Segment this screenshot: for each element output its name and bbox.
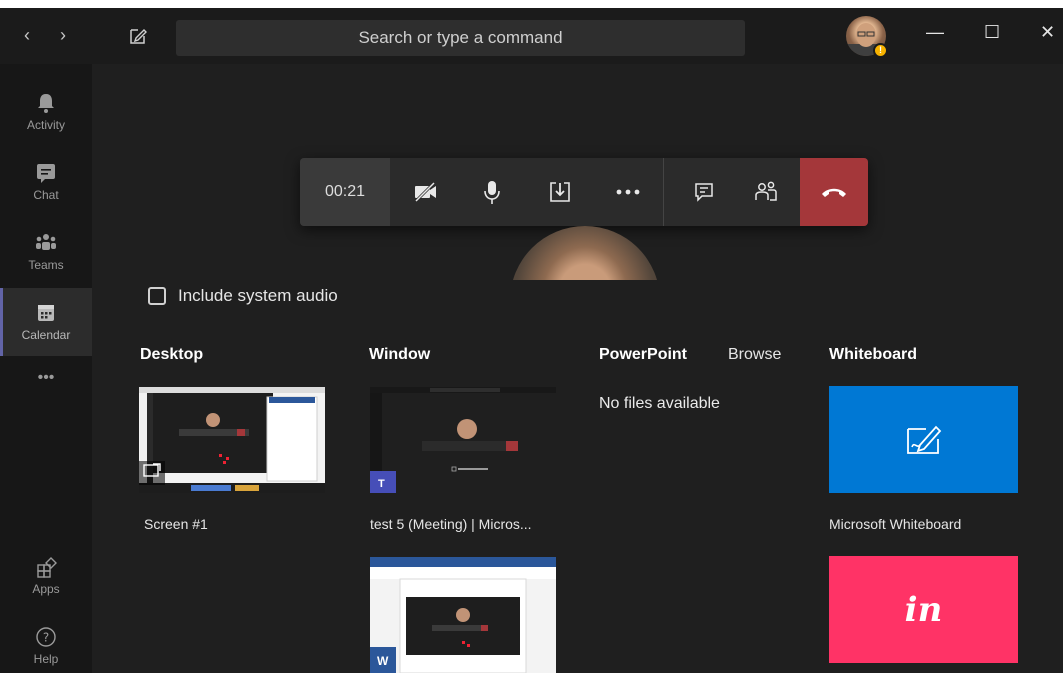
forward-arrow-icon[interactable]: ›	[60, 26, 66, 44]
rail-label: Activity	[26, 118, 65, 132]
rail-label: Apps	[32, 582, 60, 596]
rail-label: Calendar	[21, 328, 71, 342]
meeting-stage: 00:21 Include system audio Desktop Windo…	[92, 64, 1063, 673]
invision-logo: in	[904, 589, 943, 630]
microphone-button[interactable]	[466, 158, 518, 226]
share-tray: Include system audio Desktop Window Powe…	[92, 280, 1063, 673]
rail-item-help[interactable]: ? Help	[0, 612, 92, 673]
apps-icon	[37, 557, 57, 578]
no-files-message: No files available	[599, 395, 720, 412]
desktop-caption: Screen #1	[144, 516, 208, 532]
rail-item-teams[interactable]: Teams	[0, 218, 92, 286]
rail-item-calendar[interactable]: Calendar	[0, 288, 92, 356]
maximize-button[interactable]: ☐	[984, 22, 1000, 43]
include-audio-row[interactable]: Include system audio	[148, 284, 338, 308]
window-caption: test 5 (Meeting) | Micros...	[370, 516, 532, 532]
bell-icon	[38, 94, 54, 113]
calendar-icon	[38, 305, 54, 321]
hang-up-button[interactable]	[800, 158, 868, 226]
include-audio-checkbox[interactable]	[148, 287, 166, 305]
teams-window: ‹ › Search or type a command ! — ☐ ✕ Act…	[0, 8, 1063, 673]
svg-text:?: ?	[43, 631, 49, 645]
compose-icon[interactable]	[128, 26, 148, 46]
close-button[interactable]: ✕	[1040, 22, 1055, 43]
participants-icon	[755, 181, 777, 201]
conversation-button[interactable]	[678, 158, 730, 226]
rail-item-apps[interactable]: Apps	[0, 542, 92, 610]
app-rail: Activity Chat Teams Calendar ••• Apps ? …	[0, 64, 92, 673]
window-thumbnail-word[interactable]: W	[370, 557, 556, 673]
rail-label: Help	[33, 652, 59, 666]
screen-preview-image	[139, 387, 325, 493]
minimize-button[interactable]: —	[926, 22, 944, 43]
desktop-screen-thumbnail[interactable]	[139, 387, 325, 493]
whiteboard-pen-icon	[906, 425, 941, 454]
more-options-button[interactable]	[602, 158, 654, 226]
rail-item-activity[interactable]: Activity	[0, 78, 92, 146]
back-arrow-icon[interactable]: ‹	[24, 26, 30, 44]
camera-toggle-button[interactable]	[400, 158, 452, 226]
whiteboard-caption: Microsoft Whiteboard	[829, 516, 962, 532]
participants-button[interactable]	[740, 158, 792, 226]
include-audio-label: Include system audio	[178, 286, 338, 305]
whiteboard-tile[interactable]	[829, 386, 1018, 493]
call-timer: 00:21	[300, 158, 390, 226]
microphone-icon	[484, 181, 500, 204]
powerpoint-heading: PowerPoint	[599, 346, 688, 363]
more-icon: •••	[37, 369, 55, 386]
rail-label: Teams	[28, 258, 64, 272]
chat-icon	[37, 164, 55, 183]
help-icon: ?	[36, 627, 56, 647]
browse-link[interactable]: Browse	[728, 346, 781, 364]
svg-text:W: W	[377, 654, 389, 668]
window-thumbnail-teams[interactable]: T	[370, 387, 556, 493]
conversation-icon	[695, 183, 713, 202]
share-tray-button[interactable]	[534, 158, 586, 226]
teams-icon	[36, 234, 56, 250]
teams-window-preview-image: T	[370, 387, 556, 493]
invision-tile[interactable]: in	[829, 556, 1018, 663]
away-status-badge: !	[873, 43, 888, 58]
title-bar: ‹ › Search or type a command ! — ☐ ✕	[0, 8, 1063, 64]
rail-item-chat[interactable]: Chat	[0, 148, 92, 216]
toolbar-divider	[663, 158, 664, 226]
word-window-preview-image: W	[370, 557, 556, 673]
rail-more-apps[interactable]: •••	[0, 368, 92, 398]
top-crop-strip	[0, 0, 1063, 8]
camera-off-icon	[414, 181, 436, 203]
participant-video	[510, 226, 660, 280]
desktop-heading: Desktop	[140, 346, 204, 363]
whiteboard-heading: Whiteboard	[829, 346, 917, 363]
share-tray-icon	[550, 182, 570, 202]
hang-up-icon	[822, 188, 846, 197]
participant-face	[510, 226, 660, 280]
rail-label: Chat	[33, 188, 59, 202]
call-controls-toolbar: 00:21	[300, 158, 868, 226]
search-command-box[interactable]: Search or type a command	[176, 20, 745, 56]
svg-text:T: T	[378, 478, 385, 490]
window-heading: Window	[369, 346, 431, 363]
more-options-icon	[616, 189, 640, 195]
